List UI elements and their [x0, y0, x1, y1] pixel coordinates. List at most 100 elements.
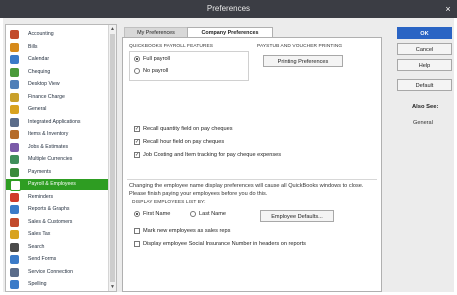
no-payroll-radio[interactable]: [134, 68, 140, 74]
sidebar-item-label: Chequing: [28, 68, 51, 75]
reports-graphs-icon: [10, 205, 19, 214]
desktop-view-icon: [10, 80, 19, 89]
reminders-icon: [10, 192, 19, 202]
items-inventory-icon: [10, 130, 19, 139]
recall-hour-checkbox[interactable]: ✓: [134, 139, 140, 145]
display-employees-heading: DISPLAY EMPLOYEES LIST BY:: [132, 200, 206, 205]
last-name-label: Last Name: [199, 211, 227, 217]
sidebar-item-label: Calendar: [28, 56, 50, 62]
sidebar-item-label: Finance Charge: [28, 93, 65, 100]
sidebar-item-reports-graphs[interactable]: Reports & Graphs: [6, 204, 109, 215]
sidebar-item-label: Jobs & Estimates: [28, 143, 69, 150]
payments-icon: [10, 167, 19, 177]
integrated-apps-icon: [10, 117, 19, 127]
sidebar-item-finance-charge[interactable]: Finance Charge: [6, 92, 109, 103]
employee-defaults-button[interactable]: Employee Defaults...: [260, 210, 334, 222]
employee-display-note: Changing the employee name display prefe…: [129, 183, 364, 197]
accounting-icon: [10, 30, 19, 39]
mark-sales-reps-label: Mark new employees as sales reps: [143, 228, 231, 234]
service-connection-icon: [10, 267, 19, 277]
sidebar-item-calendar[interactable]: Calendar: [6, 54, 109, 65]
general-icon: [10, 105, 19, 114]
multiple-currencies-icon: [10, 155, 19, 164]
display-sin-checkbox[interactable]: [134, 241, 140, 247]
sidebar-item-label: Spelling: [28, 281, 47, 287]
last-name-radio[interactable]: [190, 211, 196, 217]
sidebar-item-label: Payroll & Employees: [28, 181, 76, 187]
sidebar-item-send-forms[interactable]: Send Forms: [6, 254, 109, 265]
scroll-up-icon[interactable]: ▲: [109, 25, 116, 33]
sidebar-item-desktop-view[interactable]: Desktop View: [6, 79, 109, 90]
sidebar-item-label: Accounting: [28, 31, 54, 37]
preferences-sidebar: Accounting Bills Calendar Chequing Desktop V…: [5, 24, 117, 292]
full-payroll-label: Full payroll: [143, 56, 171, 62]
sidebar-item-jobs-estimates[interactable]: Jobs & Estimates: [6, 142, 109, 153]
sidebar-item-chequing[interactable]: Chequing: [6, 67, 109, 78]
job-costing-checkbox[interactable]: ✓: [134, 152, 140, 158]
sidebar-item-label: Multiple Currencies: [28, 156, 73, 162]
printing-preferences-button[interactable]: Printing Preferences: [263, 55, 343, 67]
sales-customers-icon: [10, 217, 19, 227]
payroll-features-heading: QUICKBOOKS PAYROLL FEATURES: [129, 44, 214, 49]
payroll-employees-icon: [10, 180, 21, 191]
sidebar-item-general[interactable]: General: [6, 104, 109, 115]
sidebar-item-spelling[interactable]: Spelling: [6, 279, 109, 290]
finance-charge-icon: [10, 92, 19, 102]
window-titlebar: Preferences ×: [0, 0, 457, 18]
sidebar-item-multiple-currencies[interactable]: Multiple Currencies: [6, 154, 109, 165]
first-name-radio[interactable]: [134, 211, 140, 217]
sidebar-item-label: Items & Inventory: [28, 131, 69, 137]
first-name-label: First Name: [143, 211, 171, 217]
sidebar-item-service-connection[interactable]: Service Connection: [6, 267, 109, 278]
sidebar-item-label: Reports & Graphs: [28, 206, 70, 212]
full-payroll-radio[interactable]: [134, 56, 140, 62]
sidebar-item-label: Send Forms: [28, 256, 57, 262]
sidebar-item-payments[interactable]: Payments: [6, 167, 109, 178]
window-title: Preferences: [206, 4, 251, 13]
sidebar-item-label: Desktop View: [28, 81, 60, 87]
sidebar-scrollbar[interactable]: ▲ ▼: [108, 25, 116, 291]
also-see-heading: Also See:: [412, 104, 439, 110]
sidebar-item-reminders[interactable]: Reminders: [6, 192, 109, 203]
sidebar-item-payroll-employees[interactable]: Payroll & Employees: [6, 179, 109, 191]
sidebar-item-items-inventory[interactable]: Items & Inventory: [6, 129, 109, 140]
chequing-icon: [10, 67, 19, 77]
section-divider: [127, 179, 377, 180]
help-button[interactable]: Help: [397, 59, 452, 71]
sidebar-item-accounting[interactable]: Accounting: [6, 29, 109, 40]
scroll-down-icon[interactable]: ▼: [109, 283, 116, 291]
sidebar-item-search[interactable]: Search: [6, 242, 109, 253]
sidebar-item-integrated-applications[interactable]: Integrated Applications: [6, 117, 109, 128]
sidebar-item-sales-customers[interactable]: Sales & Customers: [6, 217, 109, 228]
sidebar-item-label: Reminders: [28, 193, 54, 200]
recall-quantity-label: Recall quantity field on pay cheques: [143, 126, 233, 132]
ok-button[interactable]: OK: [397, 27, 452, 39]
company-preferences-panel: QUICKBOOKS PAYROLL FEATURES Full payroll…: [122, 37, 382, 292]
send-forms-icon: [10, 255, 19, 264]
sidebar-item-label: Service Connection: [28, 268, 73, 275]
mark-sales-reps-checkbox[interactable]: [134, 228, 140, 234]
spelling-icon: [10, 280, 19, 289]
sidebar-item-label: Sales Tax: [28, 231, 51, 237]
recall-hour-label: Recall hour field on pay cheques: [143, 139, 225, 145]
bills-icon: [10, 42, 19, 52]
sidebar-item-label: Integrated Applications: [28, 118, 81, 125]
also-see-general-link[interactable]: General: [413, 120, 433, 126]
default-button[interactable]: Default: [397, 79, 452, 91]
sales-tax-icon: [10, 230, 19, 239]
scroll-thumb[interactable]: [110, 34, 115, 282]
job-costing-label: Job Costing and Item tracking for pay ch…: [143, 152, 282, 158]
display-sin-label: Display employee Social Insurance Number…: [143, 241, 306, 247]
calendar-icon: [10, 55, 19, 64]
no-payroll-label: No payroll: [143, 68, 169, 74]
recall-quantity-checkbox[interactable]: ✓: [134, 126, 140, 132]
search-icon: [10, 242, 19, 252]
close-icon[interactable]: ×: [442, 3, 454, 15]
sidebar-item-label: Bills: [28, 43, 38, 50]
sidebar-item-label: Search: [28, 243, 45, 250]
sidebar-item-label: General: [28, 106, 47, 112]
sidebar-item-bills[interactable]: Bills: [6, 42, 109, 53]
payslip-printing-heading: PAYSTUB AND VOUCHER PRINTING: [257, 44, 343, 49]
cancel-button[interactable]: Cancel: [397, 43, 452, 55]
sidebar-item-sales-tax[interactable]: Sales Tax: [6, 229, 109, 240]
